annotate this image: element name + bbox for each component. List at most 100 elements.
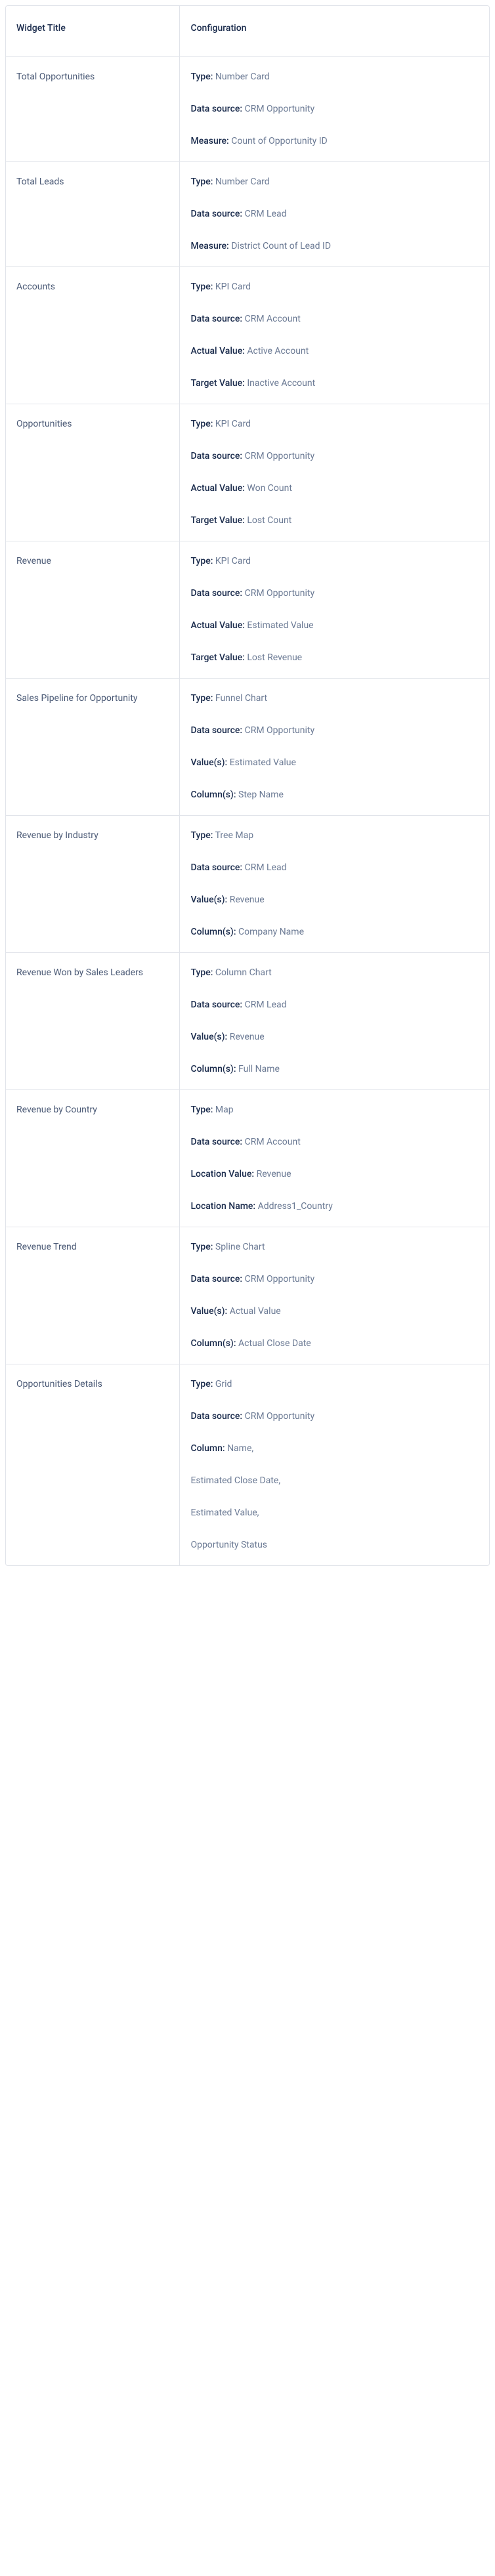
- config-label: Column(s):: [190, 1338, 236, 1349]
- config-value: Company Name: [238, 927, 304, 937]
- config-label: Data source:: [190, 451, 242, 461]
- config-value: CRM Lead: [245, 862, 287, 873]
- config-value: CRM Opportunity: [245, 451, 315, 461]
- config-label: Data source:: [190, 209, 242, 219]
- config-value: Lost Revenue: [247, 652, 302, 663]
- table-row: Total Leads Type: Number Card Data source:…: [6, 162, 489, 267]
- config-value: CRM Lead: [245, 1000, 287, 1010]
- config-line: Type: Number Card: [190, 175, 479, 189]
- config-label: Type:: [190, 1105, 213, 1115]
- configuration-cell: Type: GridData source: CRM OpportunityCo…: [180, 1364, 489, 1566]
- config-label: Column(s):: [190, 1064, 236, 1074]
- config-value: Inactive Account: [247, 378, 315, 389]
- config-value: Opportunity Status: [190, 1540, 267, 1550]
- config-line: Type: Spline Chart: [190, 1240, 479, 1254]
- config-value: CRM Opportunity: [245, 1274, 315, 1284]
- config-value: Funnel Chart: [215, 693, 267, 704]
- config-label: Value(s):: [190, 895, 227, 905]
- table-row: RevenueType: KPI CardData source: CRM Op…: [6, 541, 489, 679]
- widget-title-cell: Opportunities: [6, 404, 180, 541]
- config-line: Target Value: Lost Count: [190, 514, 479, 528]
- configuration-cell: Type: Funnel ChartData source: CRM Oppor…: [180, 679, 489, 816]
- config-line: Data source: CRM Opportunity: [190, 450, 479, 463]
- table-body: Total Opportunities Type: Number Card Data…: [6, 57, 489, 1566]
- configuration-cell: Type: Spline Chart Data source: CRM Oppor…: [180, 1227, 489, 1364]
- config-line: Column(s): Actual Close Date: [190, 1337, 479, 1351]
- config-label: Data source:: [190, 725, 242, 736]
- config-table: Widget Title Configuration Total Opportu…: [6, 6, 489, 1565]
- widget-title-cell: Total Leads: [6, 162, 180, 267]
- config-value: Spline Chart: [215, 1242, 265, 1252]
- config-value: Revenue: [230, 895, 265, 905]
- config-line: Value(s): Revenue: [190, 1030, 479, 1044]
- config-label: Target Value:: [190, 652, 244, 663]
- table-row: Opportunities Type: KPI Card Data source: …: [6, 404, 489, 541]
- config-label: Type:: [190, 967, 213, 978]
- widget-title-cell: Revenue: [6, 541, 180, 679]
- config-value: District Count of Lead ID: [231, 241, 331, 251]
- config-value: KPI Card: [215, 556, 251, 566]
- config-value: CRM Opportunity: [245, 104, 315, 114]
- config-line: Type: KPI Card: [190, 417, 479, 431]
- config-label: Type:: [190, 282, 213, 292]
- config-value: Estimated Value: [230, 757, 296, 768]
- config-label: Type:: [190, 419, 213, 429]
- config-line: Column: Name,: [190, 1442, 479, 1456]
- config-line: Column(s): Full Name: [190, 1063, 479, 1076]
- config-line: Type: Grid: [190, 1378, 479, 1391]
- config-value: Won Count: [247, 483, 292, 494]
- widget-title-cell: Revenue Trend: [6, 1227, 180, 1364]
- config-line: Data source: CRM Opportunity: [190, 102, 479, 116]
- config-label: Actual Value:: [190, 346, 244, 356]
- configuration-cell: Type: MapData source: CRM AccountLocatio…: [180, 1090, 489, 1227]
- config-label: Column(s):: [190, 790, 236, 800]
- config-value: CRM Account: [245, 314, 301, 324]
- widget-title-cell: Total Opportunities: [6, 57, 180, 162]
- widget-title-cell: Revenue Won by Sales Leaders: [6, 953, 180, 1090]
- widget-title-cell: Accounts: [6, 267, 180, 404]
- configuration-cell: Type: Column ChartData source: CRM LeadV…: [180, 953, 489, 1090]
- config-label: Data source:: [190, 588, 242, 599]
- config-label: Data source:: [190, 314, 242, 324]
- table-row: Accounts Type: KPI Card Data source: CRM A…: [6, 267, 489, 404]
- config-value: KPI Card: [215, 282, 251, 292]
- config-line: Data source: CRM Opportunity: [190, 587, 479, 601]
- configuration-cell: Type: Tree MapData source: CRM LeadValue…: [180, 816, 489, 953]
- config-line: Location Value: Revenue: [190, 1168, 479, 1181]
- config-label: Location Name:: [190, 1201, 255, 1212]
- config-label: Type:: [190, 830, 213, 841]
- config-label: Location Value:: [190, 1169, 254, 1179]
- config-line: Estimated Close Date,: [190, 1474, 479, 1488]
- config-label: Value(s):: [190, 757, 227, 768]
- config-line: Actual Value: Active Account: [190, 345, 479, 358]
- widget-title-cell: Opportunities Details: [6, 1364, 180, 1566]
- config-line: Data source: CRM Lead: [190, 998, 479, 1012]
- config-value: Number Card: [215, 177, 270, 187]
- config-line: Type: Tree Map: [190, 829, 479, 843]
- configuration-cell: Type: KPI Card Data source: CRM Opportuni…: [180, 404, 489, 541]
- config-value: Address1_Country: [258, 1201, 333, 1212]
- widget-title-cell: Revenue by Industry: [6, 816, 180, 953]
- table-row: Revenue Trend Type: Spline Chart Data sour…: [6, 1227, 489, 1364]
- config-value: CRM Opportunity: [245, 1411, 315, 1422]
- config-label: Actual Value:: [190, 483, 244, 494]
- config-line: Type: Number Card: [190, 70, 479, 84]
- config-line: Data source: CRM Account: [190, 312, 479, 326]
- config-label: Actual Value:: [190, 620, 244, 631]
- config-value: Lost Count: [247, 515, 291, 526]
- config-value: Full Name: [238, 1064, 280, 1074]
- config-value: Tree Map: [215, 830, 253, 841]
- config-line: Column(s): Company Name: [190, 925, 479, 939]
- config-label: Type:: [190, 1242, 213, 1252]
- configuration-cell: Type: KPI Card Data source: CRM Account Ac…: [180, 267, 489, 404]
- config-line: Data source: CRM Opportunity: [190, 724, 479, 738]
- config-value: Name,: [227, 1443, 253, 1454]
- configuration-cell: Type: Number CardData source: CRM LeadMe…: [180, 162, 489, 267]
- config-label: Column(s):: [190, 927, 236, 937]
- table-row: Revenue Won by Sales LeadersType: Column…: [6, 953, 489, 1090]
- config-label: Data source:: [190, 1274, 242, 1284]
- config-value: Step Name: [238, 790, 284, 800]
- configuration-cell: Type: KPI CardData source: CRM Opportuni…: [180, 541, 489, 679]
- config-line: Opportunity Status: [190, 1538, 479, 1552]
- config-label: Value(s):: [190, 1306, 227, 1317]
